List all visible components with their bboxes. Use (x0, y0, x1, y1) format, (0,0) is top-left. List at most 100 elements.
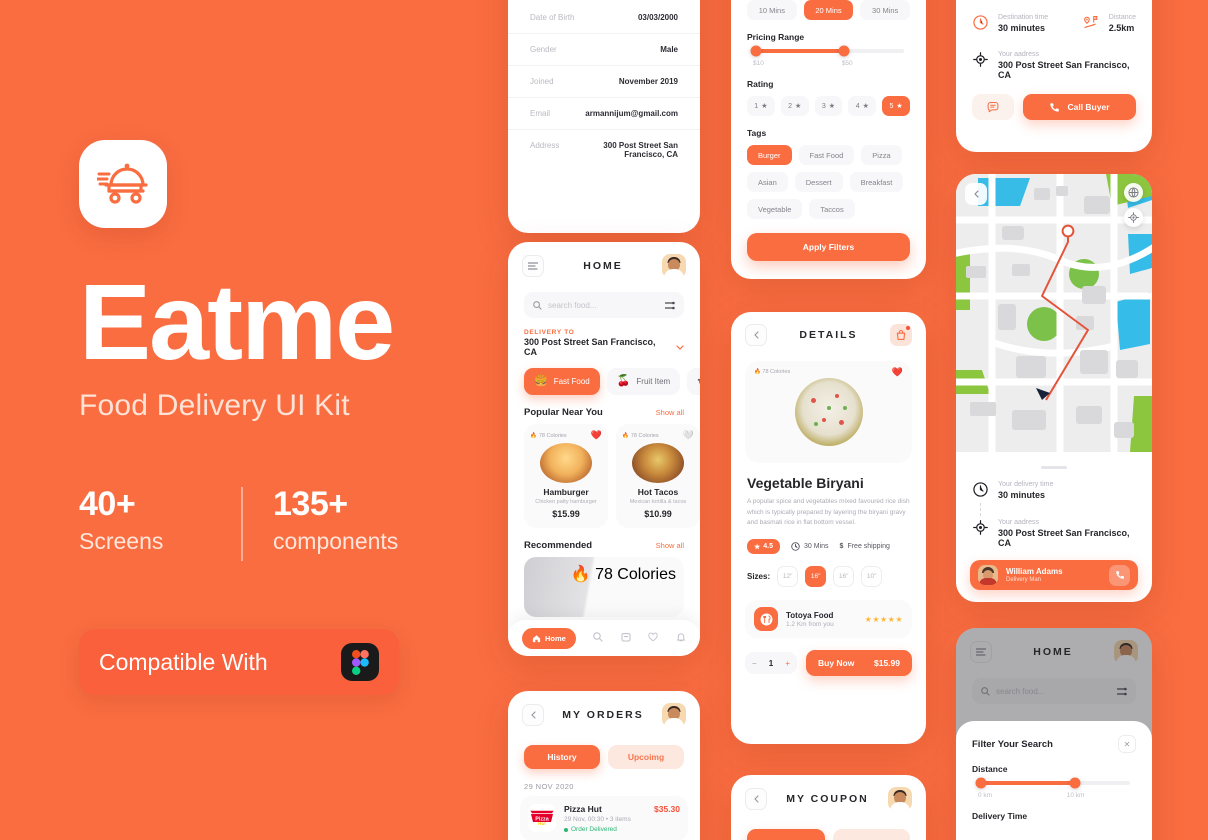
tag-asian[interactable]: Asian (747, 172, 788, 192)
heart-icon[interactable]: 🤍 (683, 431, 694, 440)
tab-history[interactable]: History (524, 745, 600, 769)
heart-icon (648, 632, 659, 641)
category-chip-fruit-item[interactable]: 🍒 Fruit Item (606, 368, 681, 395)
coupon-tab-used[interactable] (832, 829, 910, 840)
price-slider-min-handle[interactable] (750, 45, 762, 57)
calories-badge: 🔥 78 Colories (570, 566, 676, 583)
tag-pizza[interactable]: Pizza (861, 145, 902, 165)
coupon-tab-available[interactable] (747, 829, 825, 840)
profile-row: Joined November 2019 (508, 66, 700, 98)
call-buyer-button[interactable]: Call Buyer (1023, 94, 1136, 120)
size-16-selected[interactable]: 16" (805, 566, 827, 588)
rating-2[interactable]: 2 ★ (780, 96, 809, 116)
locate-icon[interactable] (1124, 208, 1143, 227)
bell-icon (676, 632, 686, 641)
size-12[interactable]: 12" (777, 566, 799, 588)
apply-filters-button[interactable]: Apply Filters (747, 233, 910, 261)
rating-label: Rating (747, 79, 774, 89)
delivery-time-30[interactable]: 30 Mins (860, 0, 911, 20)
map-view[interactable] (956, 174, 1152, 452)
address-value: 300 Post Street San Francisco, CA (998, 60, 1130, 80)
nav-item-orders[interactable] (621, 632, 631, 645)
back-button[interactable] (745, 788, 767, 810)
price-slider-max-handle[interactable] (838, 45, 850, 57)
close-icon[interactable]: ✕ (1118, 735, 1136, 753)
hero-block: Eatme Food Delivery UI Kit 40+ Screens 1… (79, 140, 479, 696)
home-icon (532, 634, 541, 642)
nav-item-notifications[interactable] (676, 632, 686, 645)
size-10[interactable]: 10" (861, 566, 883, 588)
tab-upcoming[interactable]: Upcoimg (608, 745, 684, 769)
vendor-stars: ★★★★★ (864, 614, 903, 624)
tag-breakfast[interactable]: Breakfast (849, 172, 904, 192)
clock-icon (972, 14, 989, 31)
nav-item-home[interactable]: Home (522, 627, 576, 649)
pizza-hut-logo: Pizza Hut (528, 804, 556, 832)
rating-options: 1 ★ 2 ★ 3 ★ 4 ★ 5 ★ (731, 96, 926, 116)
profile-value: 300 Post Street San Francisco, CA (603, 141, 678, 159)
delivery-address[interactable]: 300 Post Street San Francisco, CA (524, 337, 684, 357)
distance-max-label: 10 km (1066, 792, 1085, 799)
clock-icon (972, 481, 989, 498)
distance-slider-min-handle[interactable] (975, 777, 987, 789)
category-chip-fast-food[interactable]: 🍔 Fast Food (524, 368, 600, 395)
distance-slider[interactable] (975, 777, 1130, 789)
globe-icon[interactable] (1124, 183, 1143, 202)
recommended-card[interactable]: 🔥 78 Colories (524, 557, 684, 617)
tag-taccos[interactable]: Taccos (809, 199, 855, 219)
tag-vegetable[interactable]: Vegetable (747, 199, 803, 219)
menu-icon[interactable] (522, 255, 544, 277)
courier-avatar (978, 565, 998, 585)
chevron-down-icon (676, 344, 684, 350)
dollar-icon: $ (839, 543, 844, 551)
rating-5[interactable]: 5 ★ (882, 96, 910, 116)
profile-row: Gender Male (508, 34, 700, 66)
distance-slider-max-handle[interactable] (1069, 777, 1081, 789)
delivery-time-20[interactable]: 20 Mins (803, 0, 854, 20)
food-card[interactable]: 🔥 78 Colories ❤️ Hamburger Chicken patty… (524, 424, 608, 528)
rating-3[interactable]: 3 ★ (814, 96, 843, 116)
back-button[interactable] (745, 324, 767, 346)
call-buyer-label: Call Buyer (1067, 102, 1110, 112)
avatar[interactable] (888, 787, 912, 811)
food-card[interactable]: 🔥 78 Colories 🤍 Hot Tacos Mexican tortil… (616, 424, 700, 528)
quantity-stepper[interactable]: − 1 + (745, 652, 797, 675)
category-chip-rice[interactable]: 🍲 Ri (687, 368, 700, 395)
table-row[interactable]: Pizza Hut Pizza Hut $35.30 29 Nov, 00:30… (520, 796, 688, 840)
food-hero-image: 🔥 78 Colories ❤️ (745, 361, 912, 463)
courier-call-button[interactable] (1109, 564, 1130, 586)
courier-card[interactable]: William Adams Delivery Man (970, 560, 1138, 590)
nav-item-favourites[interactable] (648, 632, 659, 645)
avatar[interactable] (662, 254, 686, 278)
tag-fast-food[interactable]: Fast Food (798, 145, 855, 165)
vendor-row[interactable]: Totoya Food 1.2 Km from you ★★★★★ (745, 600, 912, 639)
profile-key: Email (530, 109, 551, 118)
buy-now-button[interactable]: Buy Now $15.99 (806, 650, 912, 677)
price-slider[interactable] (750, 45, 904, 57)
rating-1[interactable]: 1 ★ (747, 96, 775, 116)
search-input[interactable]: search food... (524, 292, 684, 318)
back-button[interactable] (965, 183, 987, 205)
increment-button[interactable]: + (785, 659, 790, 668)
decrement-button[interactable]: − (752, 659, 757, 668)
tag-dessert[interactable]: Dessert (794, 172, 843, 192)
back-button[interactable] (522, 704, 544, 726)
size-16[interactable]: 16" (833, 566, 855, 588)
heart-icon[interactable]: ❤️ (591, 431, 602, 440)
cart-icon[interactable] (890, 324, 912, 346)
show-all-link[interactable]: Show all (656, 408, 684, 417)
tag-burger[interactable]: Burger (747, 145, 792, 165)
profile-key: Gender (530, 45, 557, 54)
chat-button[interactable] (972, 94, 1014, 120)
show-all-link[interactable]: Show all (656, 541, 684, 550)
coupon-screen: MY COUPON (731, 775, 926, 840)
heart-filled-icon[interactable]: ❤️ (892, 368, 903, 377)
delivery-time-label: Your delivery time (998, 481, 1054, 488)
delivery-time-10[interactable]: 10 Mins (747, 0, 797, 20)
locate-icon (972, 519, 989, 536)
nav-item-search[interactable] (593, 631, 603, 645)
rating-4[interactable]: 4 ★ (848, 96, 877, 116)
avatar[interactable] (662, 703, 686, 727)
star-icon: ★ (754, 543, 761, 551)
locate-icon (972, 51, 989, 68)
